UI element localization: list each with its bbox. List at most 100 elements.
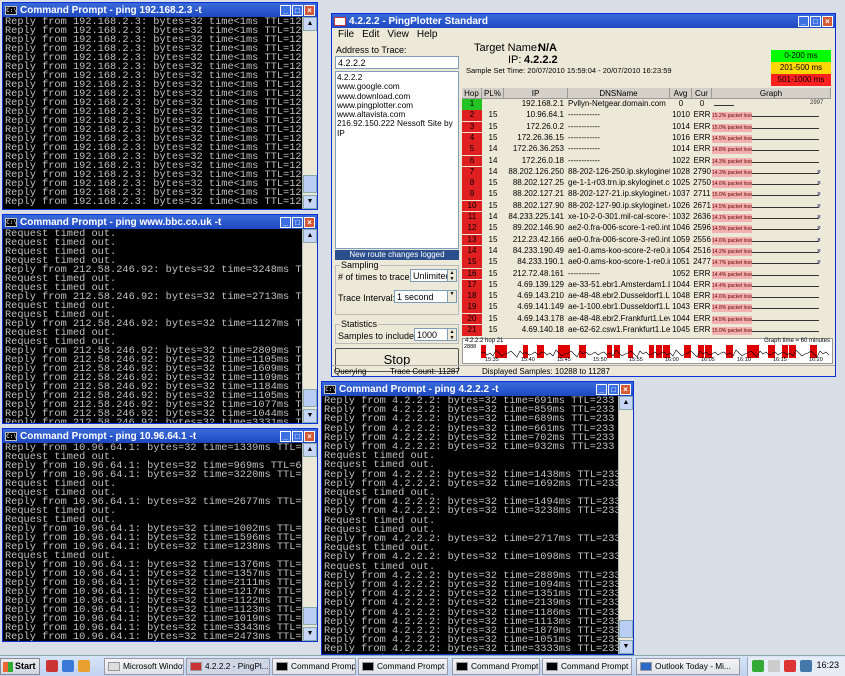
hop-row[interactable]: 21 15 4.69.140.18 ae-62-62.csw1.Frankfurt1.… (462, 325, 831, 336)
tray-icon[interactable] (784, 660, 796, 672)
hop-row[interactable]: 6 14 172.26.0.18 ------------ 1022 ERR 14.3% p… (462, 155, 831, 167)
tray-icon[interactable] (752, 660, 764, 672)
close-button[interactable]: × (822, 15, 833, 27)
minimize-button[interactable]: _ (280, 216, 291, 228)
hop-row[interactable]: 11 14 84.233.225.141 xe-10-2-0-301.mil-cal-… (462, 212, 831, 223)
minimize-button[interactable]: _ (798, 15, 809, 27)
scroll-thumb[interactable] (303, 389, 317, 407)
maximize-button[interactable]: □ (810, 15, 821, 27)
col-dnsname[interactable]: DNSName (568, 88, 670, 99)
hop-row[interactable]: 17 15 4.69.139.129 ae-33-51.ebr1.Amsterdam1… (462, 279, 831, 291)
scroll-up-arrow[interactable]: ▲ (303, 443, 317, 457)
address-input[interactable]: 4.2.2.2 (335, 56, 459, 69)
scroll-thumb[interactable] (303, 175, 317, 193)
hop-row[interactable]: 5 14 172.26.36.253 ------------ 1014 ERR 14.8%… (462, 144, 831, 155)
cmd-window-1[interactable]: C:\ Command Prompt - ping 192.168.2.3 -t … (2, 2, 318, 210)
taskbar-button[interactable]: Command Prompt ... (272, 658, 356, 675)
scrollbar[interactable]: ▲ ▼ (302, 443, 317, 641)
col-graph[interactable]: Graph (712, 88, 831, 99)
close-button[interactable]: × (304, 4, 315, 16)
clock[interactable]: 16:23 (816, 660, 839, 670)
col-hop[interactable]: Hop (462, 88, 482, 99)
hop-row[interactable]: 8 15 88.202.127.25 ge-1-1-r03.trn.ip.skylog… (462, 178, 831, 189)
pingplotter-window[interactable]: 4.2.2.2 - PingPlotter Standard _ □ × File … (331, 13, 836, 377)
taskbar-button[interactable]: Microsoft Windows ... (104, 658, 184, 675)
console-output[interactable]: Reply from 10.96.64.1: bytes=32 time=133… (3, 443, 302, 641)
menu-edit[interactable]: Edit (362, 29, 379, 41)
col-pl[interactable]: PL% (482, 88, 504, 99)
minimize-button[interactable]: _ (280, 430, 291, 442)
menu-view[interactable]: View (387, 29, 409, 41)
trace-interval-select[interactable]: 1 second ▼ (394, 290, 457, 303)
address-history-list[interactable]: 4.2.2.2 www.google.com www.download.com … (335, 71, 459, 249)
hop-row[interactable]: 19 15 4.69.141.149 ae-1-100.ebr1.Dusseldorf… (462, 302, 831, 314)
title-bar[interactable]: C:\ Command Prompt - ping 4.2.2.2 -t _ □ × (322, 382, 633, 396)
scroll-down-arrow[interactable]: ▼ (303, 195, 317, 209)
title-bar[interactable]: C:\ Command Prompt - ping 192.168.2.3 -t … (3, 3, 317, 17)
maximize-button[interactable]: □ (608, 383, 619, 395)
hop-row[interactable]: 7 14 88.202.126.250 88-202-126-250.ip.skylo… (462, 166, 831, 178)
start-button[interactable]: Start (0, 658, 40, 675)
scroll-up-arrow[interactable]: ▲ (619, 396, 633, 410)
scroll-thumb[interactable] (619, 620, 633, 638)
col-avg[interactable]: Avg (670, 88, 692, 99)
spinner-arrows[interactable]: ▲ ▼ (447, 329, 456, 340)
hop-row[interactable]: 15 15 84.233.190.1 ae0-0.ams-koo-score-1-re… (462, 257, 831, 268)
hop-row[interactable]: 16 15 212.72.48.161 ------------ 1052 ERR 14.4… (462, 268, 831, 280)
console-output[interactable]: Request timed out. Request timed out. Requ… (3, 229, 302, 423)
console-output[interactable]: Reply from 4.2.2.2: bytes=32 time=691ms … (322, 396, 618, 654)
tray-icon[interactable] (800, 660, 812, 672)
spinner-arrows[interactable]: ▲ ▼ (447, 270, 456, 281)
taskbar-button[interactable]: Command Prompt ... (452, 658, 540, 675)
title-bar[interactable]: C:\ Command Prompt - ping 10.96.64.1 -t _… (3, 429, 317, 443)
times-to-trace-spinner[interactable]: Unlimited ▲ ▼ (410, 269, 457, 282)
scroll-up-arrow[interactable]: ▲ (303, 229, 317, 243)
minimize-button[interactable]: _ (596, 383, 607, 395)
hop-row[interactable]: 9 15 88.202.127.21 88-202-127-21.ip.skylogi… (462, 189, 831, 201)
col-ip[interactable]: IP (504, 88, 568, 99)
console-output[interactable]: Reply from 192.168.2.3: bytes=32 time<1m… (3, 17, 302, 209)
taskbar-button[interactable]: Command Prompt ... (358, 658, 448, 675)
scroll-down-arrow[interactable]: ▼ (303, 627, 317, 641)
quick-launch-icon[interactable] (46, 660, 58, 672)
close-button[interactable]: × (304, 430, 315, 442)
maximize-button[interactable]: □ (292, 216, 303, 228)
hop-row[interactable]: 18 15 4.69.143.210 ae-48-48.ebr2.Dusseldorf… (462, 291, 831, 302)
title-bar[interactable]: 4.2.2.2 - PingPlotter Standard _ □ × (332, 14, 835, 28)
title-bar[interactable]: C:\ Command Prompt - ping www.bbc.co.uk -… (3, 215, 317, 229)
quick-launch-icon[interactable] (78, 660, 90, 672)
scroll-down-arrow[interactable]: ▼ (303, 409, 317, 423)
hop-row[interactable]: 13 15 212.23.42.166 ae0-0.fra-006-score-3-r… (462, 234, 831, 246)
hop-table[interactable]: 1 192.168.2.1 Pvllyn-Netgear.domain.com 0 0 2… (462, 99, 831, 346)
minimize-button[interactable]: _ (280, 4, 291, 16)
scrollbar[interactable]: ▲ ▼ (618, 396, 633, 654)
taskbar-button[interactable]: Command Prompt ... (542, 658, 632, 675)
scrollbar[interactable]: ▲ ▼ (302, 17, 317, 209)
hop-row[interactable]: 2 15 10.96.64.1 ------------ 1010 ERR 15.2% pa… (462, 110, 831, 122)
dropdown-arrow[interactable]: ▼ (447, 291, 456, 302)
quick-launch-icon[interactable] (62, 660, 74, 672)
hop-row[interactable]: 10 15 88.202.127.90 88-202-127-90.ip.skylog… (462, 200, 831, 212)
hop-row[interactable]: 3 15 172.26.0.2 ------------ 1014 ERR 15.0% pa… (462, 121, 831, 133)
taskbar-button[interactable]: 4.2.2.2 - PingPl... (186, 658, 270, 675)
cmd-window-3[interactable]: C:\ Command Prompt - ping 10.96.64.1 -t _… (2, 428, 318, 642)
menu-help[interactable]: Help (417, 29, 438, 41)
col-cur[interactable]: Cur (692, 88, 712, 99)
menu-file[interactable]: File (338, 29, 354, 41)
hop-row[interactable]: 14 14 84.233.190.49 ae1-0.ams-koo-score-2-r… (462, 245, 831, 257)
taskbar-button[interactable]: Outlook Today - Mi... (636, 658, 740, 675)
scroll-up-arrow[interactable]: ▲ (303, 17, 317, 31)
close-button[interactable]: × (304, 216, 315, 228)
cmd-window-2[interactable]: C:\ Command Prompt - ping www.bbc.co.uk -… (2, 214, 318, 424)
timeline-graph[interactable]: 4.2.2.2 hop 21 Graph time = 60 minutes 2… (462, 338, 833, 364)
maximize-button[interactable]: □ (292, 4, 303, 16)
hop-row[interactable]: 4 15 172.26.36.15 ------------ 1016 ERR 14.5% … (462, 132, 831, 144)
hop-row[interactable]: 1 192.168.2.1 Pvllyn-Netgear.domain.com 0 0 (462, 99, 831, 110)
samples-spinner[interactable]: 1000 ▲ ▼ (414, 328, 457, 341)
tray-icon[interactable] (768, 660, 780, 672)
cmd-window-4[interactable]: C:\ Command Prompt - ping 4.2.2.2 -t _ □ × … (321, 381, 634, 655)
close-button[interactable]: × (620, 383, 631, 395)
scroll-thumb[interactable] (303, 607, 317, 625)
maximize-button[interactable]: □ (292, 430, 303, 442)
hop-row[interactable]: 12 15 89.202.146.90 ae2-0.fra-006-score-1-r… (462, 223, 831, 235)
